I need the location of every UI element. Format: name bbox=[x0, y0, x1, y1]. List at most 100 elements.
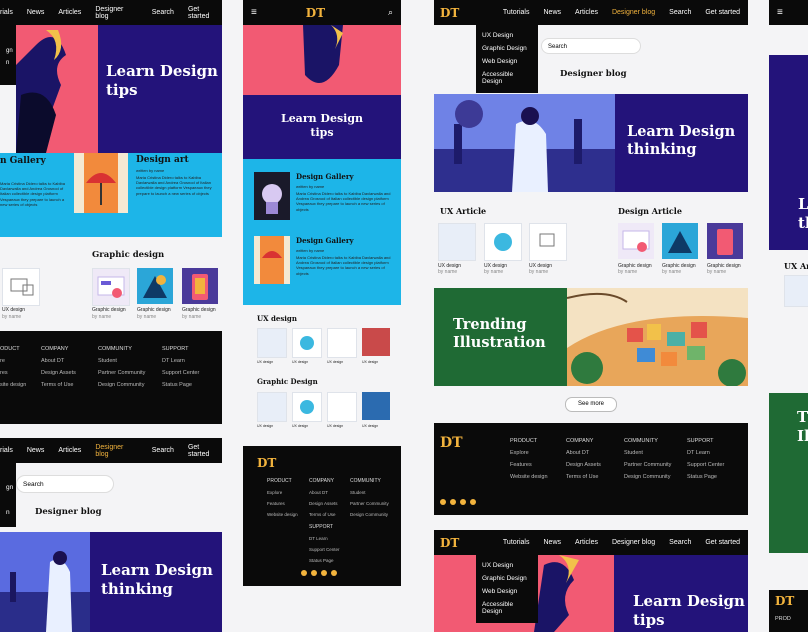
dropdown-item[interactable]: gn bbox=[0, 45, 16, 57]
footer-link[interactable]: Partner Community bbox=[98, 370, 145, 376]
card-image[interactable] bbox=[707, 223, 743, 259]
footer-link[interactable]: Design Assets bbox=[41, 370, 76, 376]
search-icon[interactable]: ⌕ bbox=[388, 7, 393, 18]
footer-link[interactable]: Website design bbox=[267, 512, 298, 517]
dropdown-item[interactable]: gn bbox=[0, 481, 16, 494]
nav-designer-blog[interactable]: Designer blog bbox=[612, 9, 655, 16]
card-image[interactable] bbox=[292, 328, 322, 358]
card-image[interactable] bbox=[362, 328, 390, 356]
footer-link[interactable]: Terms of Use bbox=[566, 474, 601, 480]
nav-articles[interactable]: Articles bbox=[575, 539, 598, 546]
footer-link[interactable]: Status Page bbox=[162, 382, 199, 388]
card-image[interactable] bbox=[662, 223, 698, 259]
card-image[interactable] bbox=[92, 268, 130, 306]
logo[interactable]: DT bbox=[306, 6, 325, 20]
instagram-icon[interactable] bbox=[311, 570, 317, 576]
card-image[interactable] bbox=[182, 268, 218, 304]
footer-link[interactable]: Student bbox=[350, 490, 389, 495]
footer-link[interactable]: site design bbox=[0, 382, 26, 388]
nav-get-started[interactable]: Get started bbox=[188, 6, 222, 20]
hamburger-menu-icon[interactable]: ≡ bbox=[777, 7, 783, 18]
gallery-image[interactable] bbox=[254, 172, 290, 220]
nav-news[interactable]: News bbox=[544, 539, 562, 546]
footer-link[interactable]: Features bbox=[267, 501, 298, 506]
search-input[interactable]: Search bbox=[541, 38, 641, 54]
card-image[interactable] bbox=[292, 392, 322, 422]
youtube-icon[interactable] bbox=[331, 570, 337, 576]
twitter-icon[interactable] bbox=[460, 499, 466, 505]
nav-news[interactable]: News bbox=[27, 9, 45, 16]
nav-get-started[interactable]: Get started bbox=[705, 9, 740, 16]
nav-search[interactable]: Search bbox=[669, 9, 691, 16]
dropdown-item-web[interactable]: Web Design bbox=[476, 585, 538, 598]
footer-link[interactable]: Partner Community bbox=[624, 462, 671, 468]
footer-link[interactable]: Support Center bbox=[687, 462, 724, 468]
nav-designer-blog[interactable]: Designer blog bbox=[612, 539, 655, 546]
card-image[interactable] bbox=[529, 223, 567, 261]
dropdown-item[interactable]: n bbox=[0, 506, 16, 519]
footer-link[interactable]: Design Community bbox=[350, 512, 389, 517]
nav-tutorials-partial[interactable]: rials bbox=[0, 447, 13, 454]
facebook-icon[interactable] bbox=[301, 570, 307, 576]
footer-link[interactable]: re bbox=[0, 358, 26, 364]
nav-get-started[interactable]: Get started bbox=[188, 444, 222, 458]
nav-search[interactable]: Search bbox=[152, 447, 174, 454]
dropdown-item-graphic[interactable]: Graphic Design bbox=[476, 42, 538, 55]
card-image[interactable] bbox=[327, 392, 357, 422]
footer-link[interactable]: About DT bbox=[41, 358, 76, 364]
instagram-icon[interactable] bbox=[450, 499, 456, 505]
nav-news[interactable]: News bbox=[544, 9, 562, 16]
nav-designer-blog[interactable]: Designer blog bbox=[95, 444, 137, 458]
nav-news[interactable]: News bbox=[27, 447, 45, 454]
card-image[interactable] bbox=[484, 223, 522, 261]
card-image[interactable] bbox=[618, 223, 654, 259]
card-image[interactable] bbox=[362, 392, 390, 420]
dropdown-item-accessible[interactable]: Accessible Design bbox=[476, 598, 538, 618]
dropdown-item-accessible[interactable]: Accessible Design bbox=[476, 68, 538, 88]
logo[interactable]: DT bbox=[440, 536, 459, 550]
see-more-button[interactable]: See more bbox=[565, 397, 617, 412]
facebook-icon[interactable] bbox=[440, 499, 446, 505]
nav-get-started[interactable]: Get started bbox=[705, 539, 740, 546]
footer-link[interactable]: Design Assets bbox=[309, 501, 338, 506]
hamburger-menu-icon[interactable]: ≡ bbox=[251, 7, 257, 18]
nav-articles[interactable]: Articles bbox=[58, 447, 81, 454]
card-image[interactable] bbox=[2, 268, 40, 306]
footer-logo[interactable]: DT bbox=[775, 594, 794, 608]
nav-tutorials[interactable]: Tutorials bbox=[503, 539, 530, 546]
youtube-icon[interactable] bbox=[470, 499, 476, 505]
card-image[interactable] bbox=[327, 328, 357, 358]
footer-link[interactable]: Design Community bbox=[98, 382, 145, 388]
footer-link[interactable]: Status Page bbox=[309, 558, 340, 563]
card-image[interactable] bbox=[257, 328, 287, 358]
dropdown-item[interactable]: n bbox=[0, 57, 16, 69]
logo[interactable]: DT bbox=[440, 6, 459, 20]
nav-tutorials-partial[interactable]: rials bbox=[0, 9, 13, 16]
nav-tutorials[interactable]: Tutorials bbox=[503, 9, 530, 16]
footer-link[interactable]: DT Learn bbox=[309, 536, 340, 541]
footer-logo[interactable]: DT bbox=[257, 456, 276, 470]
nav-search[interactable]: Search bbox=[669, 539, 691, 546]
footer-link[interactable]: Support Center bbox=[162, 370, 199, 376]
nav-articles[interactable]: Articles bbox=[58, 9, 81, 16]
footer-link[interactable]: DT Learn bbox=[162, 358, 199, 364]
nav-search[interactable]: Search bbox=[152, 9, 174, 16]
footer-link[interactable]: Status Page bbox=[687, 474, 724, 480]
search-input[interactable]: Search bbox=[16, 475, 114, 493]
footer-link[interactable]: Partner Community bbox=[350, 501, 389, 506]
footer-link[interactable]: Explore bbox=[267, 490, 298, 495]
footer-link[interactable]: Design Community bbox=[624, 474, 671, 480]
footer-link[interactable]: Features bbox=[510, 462, 548, 468]
dropdown-item-ux[interactable]: UX Design bbox=[476, 29, 538, 42]
footer-link[interactable]: About DT bbox=[309, 490, 338, 495]
card-image[interactable] bbox=[438, 223, 476, 261]
footer-logo[interactable]: DT bbox=[440, 435, 463, 451]
twitter-icon[interactable] bbox=[321, 570, 327, 576]
dropdown-item-web[interactable]: Web Design bbox=[476, 55, 538, 68]
nav-articles[interactable]: Articles bbox=[575, 9, 598, 16]
dropdown-item-graphic[interactable]: Graphic Design bbox=[476, 572, 538, 585]
nav-designer-blog[interactable]: Designer blog bbox=[95, 6, 137, 20]
footer-link[interactable]: Terms of Use bbox=[309, 512, 338, 517]
footer-link[interactable]: Student bbox=[624, 450, 671, 456]
card-image[interactable] bbox=[137, 268, 173, 304]
